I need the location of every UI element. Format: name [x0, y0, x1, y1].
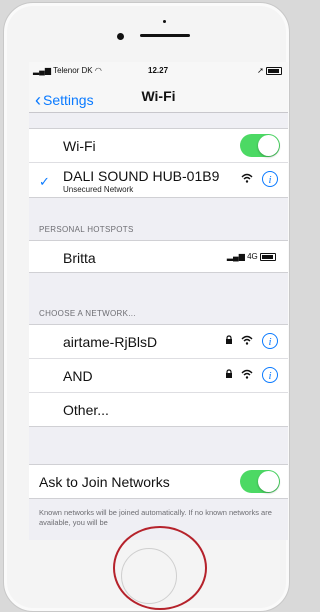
other-network-row[interactable]: Other... [29, 393, 288, 426]
connected-network-row[interactable]: ✓ DALI SOUND HUB-01B9 Unsecured Network … [29, 163, 288, 197]
status-bar: ▂▄▆ Telenor DK ◠ 12.27 ➚ [29, 62, 288, 80]
info-icon[interactable]: i [262, 333, 278, 349]
carrier: ▂▄▆ Telenor DK ◠ [33, 66, 102, 75]
screen: ▂▄▆ Telenor DK ◠ 12.27 ➚ ‹ Settings Wi-Fi… [29, 62, 288, 540]
status-right: ➚ [257, 66, 282, 75]
navigation-bar: ‹ Settings Wi-Fi [29, 80, 288, 113]
ask-to-join-row: Ask to Join Networks [29, 465, 288, 498]
connected-network-name: DALI SOUND HUB-01B9 [63, 168, 220, 184]
info-icon[interactable]: i [262, 367, 278, 383]
page-title: Wi-Fi [141, 88, 176, 104]
ask-to-join-label: Ask to Join Networks [39, 474, 170, 490]
battery-icon [266, 66, 282, 75]
info-icon[interactable]: i [262, 171, 278, 187]
network-name: airtame-RjBlsD [63, 334, 158, 350]
ask-to-join-toggle[interactable] [240, 470, 280, 493]
network-row[interactable]: airtame-RjBlsD i [29, 325, 288, 359]
hotspots-header: PERSONAL HOTSPOTS [39, 225, 134, 234]
hotspot-battery-icon [260, 252, 276, 261]
hotspot-row[interactable]: Britta ▂▄▆ 4G [29, 241, 288, 272]
network-row[interactable]: AND i [29, 359, 288, 393]
connected-network-subtitle: Unsecured Network [63, 185, 134, 194]
lock-icon [225, 335, 233, 347]
wifi-toggle-row: Wi-Fi [29, 129, 288, 163]
proximity-sensor [163, 20, 166, 23]
front-camera [117, 33, 124, 40]
checkmark-icon: ✓ [39, 174, 50, 189]
wifi-toggle[interactable] [240, 134, 280, 157]
hotspot-network-type: 4G [247, 252, 258, 261]
wifi-status-icon: ◠ [94, 66, 102, 75]
carrier-label: Telenor DK [53, 66, 93, 75]
lock-icon [225, 369, 233, 381]
cellular-signal-icon: ▂▄▆ [226, 252, 245, 261]
networks-group: airtame-RjBlsD i AND i Other... [29, 324, 288, 427]
toggle-knob [258, 471, 279, 492]
footer-note: Known networks will be joined automatica… [39, 508, 272, 527]
hotspot-signal: ▂▄▆ 4G [227, 252, 276, 261]
ask-group: Ask to Join Networks [29, 464, 288, 499]
networks-header: CHOOSE A NETWORK... [39, 309, 136, 318]
wifi-label: Wi-Fi [63, 138, 96, 154]
wifi-signal-icon [241, 173, 253, 186]
network-name: AND [63, 368, 93, 384]
wifi-group: Wi-Fi ✓ DALI SOUND HUB-01B9 Unsecured Ne… [29, 128, 288, 198]
other-network-label: Other... [63, 402, 109, 418]
signal-icon: ▂▄▆ [33, 66, 51, 75]
hotspot-name: Britta [63, 250, 96, 266]
wifi-signal-icon [241, 369, 253, 382]
status-time: 12.27 [148, 66, 169, 75]
toggle-knob [258, 135, 279, 156]
hotspots-group: Britta ▂▄▆ 4G [29, 240, 288, 273]
wifi-signal-icon [241, 335, 253, 348]
earpiece [140, 34, 190, 37]
annotation-circle [113, 526, 207, 610]
location-icon: ➚ [257, 66, 264, 75]
